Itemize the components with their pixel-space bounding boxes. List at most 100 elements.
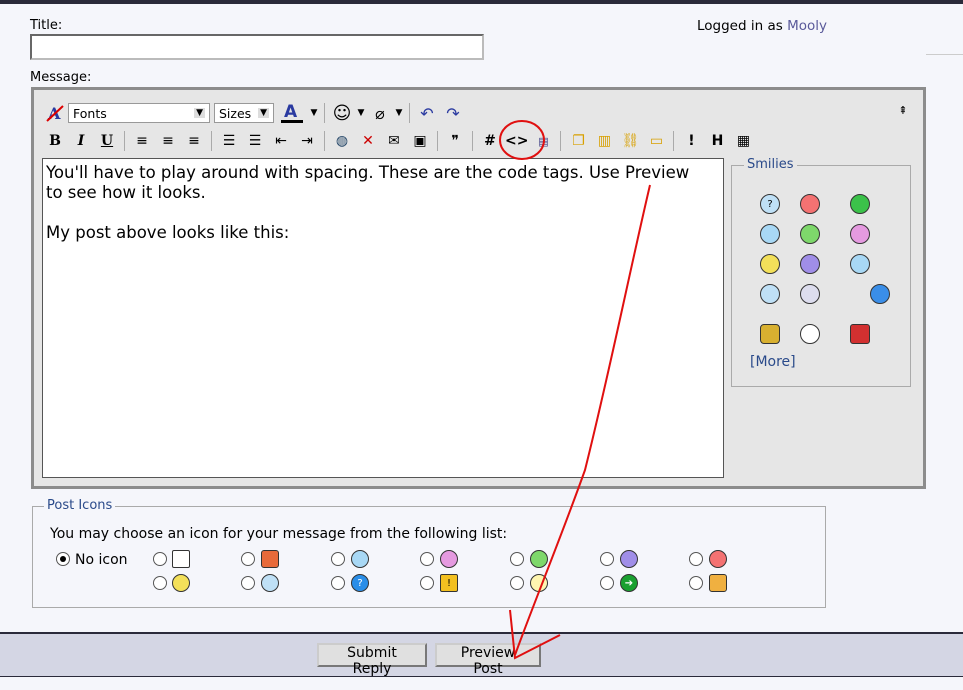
post-icons-instruction: You may choose an icon for your message … [50,526,508,542]
tongue-smiley-icon [440,550,458,568]
separator [409,103,410,123]
separator [124,131,125,151]
cool-smiley-icon[interactable] [760,284,780,304]
eek-smiley-icon[interactable] [800,284,820,304]
sick-smiley-icon[interactable] [850,194,870,214]
post-icon-radio[interactable] [241,576,255,590]
preview-post-button[interactable]: Preview Post [435,643,541,677]
question-icon: ? [351,574,369,592]
post-icon-radio[interactable] [600,552,614,566]
post-icons-legend: Post Icons [44,498,116,513]
box-icon[interactable]: ▭ [645,130,667,152]
arrow-right-icon: ➔ [620,574,638,592]
italic-button[interactable]: I [70,130,92,152]
quote-icon[interactable]: ❞ [444,130,466,152]
halfmoon-smiley-icon[interactable] [800,324,820,344]
chevron-down-icon[interactable]: ▼ [395,102,403,124]
align-right-icon[interactable]: ≡ [183,130,205,152]
superman-smiley-icon[interactable] [850,324,870,344]
exclamation-icon[interactable]: ! [680,130,702,152]
post-icon-radio[interactable] [331,552,345,566]
smilies-legend: Smilies [744,157,797,172]
remove-format-icon[interactable]: A [44,102,66,124]
h-icon[interactable]: H [706,130,728,152]
document-icon [172,550,190,568]
resize-toggle-icon[interactable]: ⇞ [892,100,914,122]
title-label: Title: [30,18,63,33]
thumbs-down-icon [261,550,279,568]
message-textarea[interactable]: You'll have to play around with spacing.… [42,158,724,478]
editor-panel: A Fonts ▼ Sizes ▼ A ▼ ☺ ▼ ⌀ ▼ ↶ ↷ ⇞ B I U … [31,87,926,489]
post-icon-radio[interactable] [331,576,345,590]
post-icon-radio[interactable] [153,552,167,566]
align-left-icon[interactable]: ≡ [131,130,153,152]
grin-smiley-icon [530,550,548,568]
frown-smiley-icon[interactable] [800,254,820,274]
copy-icon[interactable]: ❐ [567,130,589,152]
code-button[interactable]: # [479,130,501,152]
attachment-icon[interactable]: ⌀ [369,102,391,124]
link-icon[interactable]: ◍ [331,130,353,152]
title-input[interactable] [30,34,484,60]
size-select-label: Sizes [219,105,252,121]
php-icon[interactable]: ▤ [532,130,554,152]
separator [324,103,325,123]
chain-icon[interactable]: ⛓ [619,130,641,152]
more-smilies-link[interactable]: [More] [750,354,796,370]
font-select[interactable]: Fonts ▼ [68,103,210,123]
bold-button[interactable]: B [44,130,66,152]
size-select[interactable]: Sizes ▼ [214,103,274,123]
post-icon-radio[interactable] [420,552,434,566]
outdent-icon[interactable]: ⇤ [270,130,292,152]
rolleyes-smiley-icon[interactable] [850,254,870,274]
ordered-list-icon[interactable]: ☰ [218,130,240,152]
divider [926,54,963,55]
lightbulb-icon [530,574,548,592]
post-icon-radio[interactable] [241,552,255,566]
redo-icon[interactable]: ↷ [442,102,464,124]
post-icon-radio[interactable] [510,552,524,566]
indent-icon[interactable]: ⇥ [296,130,318,152]
username-link[interactable]: Mooly [787,18,827,34]
post-icon-radio[interactable] [600,576,614,590]
smiley-icon[interactable]: ☺ [331,102,353,124]
post-icon-radio[interactable] [510,576,524,590]
html-button[interactable]: <> [505,130,528,152]
unlink-icon[interactable]: ✕ [357,130,379,152]
email-icon[interactable]: ✉ [383,130,405,152]
confused-smiley-icon[interactable]: ? [760,194,780,214]
warning-icon: ! [440,574,458,592]
genie-smiley-icon[interactable] [760,324,780,344]
separator [324,131,325,151]
book-icon[interactable]: ▥ [593,130,615,152]
separator [560,131,562,151]
smile-smiley-icon[interactable] [760,254,780,274]
svg-text:A: A [284,102,298,122]
separator [472,131,473,151]
thinking-smiley-icon[interactable] [870,284,890,304]
chevron-down-icon[interactable]: ▼ [310,102,318,124]
submit-reply-button[interactable]: Submit Reply [317,643,427,677]
post-icon-radio[interactable] [689,552,703,566]
post-icon-radio[interactable] [420,576,434,590]
undo-icon[interactable]: ↶ [416,102,438,124]
chevron-down-icon: ▼ [258,108,269,118]
unordered-list-icon[interactable]: ☰ [244,130,266,152]
font-color-button[interactable]: A [280,102,306,124]
separator [211,131,212,151]
tongue-smiley-icon[interactable] [850,224,870,244]
table-icon[interactable]: ▦ [732,130,754,152]
underline-button[interactable]: U [96,130,118,152]
post-icon-radio[interactable] [689,576,703,590]
no-icon-radio[interactable] [56,552,70,566]
chevron-down-icon: ▼ [194,108,205,118]
grin-smiley-icon[interactable] [800,224,820,244]
chevron-down-icon[interactable]: ▼ [357,102,365,124]
post-icon-radio[interactable] [153,576,167,590]
smilies-panel: Smilies ? [More] [731,157,911,387]
image-icon[interactable]: ▣ [409,130,431,152]
angry-smiley-icon[interactable] [800,194,820,214]
happy-smiley-icon[interactable] [760,224,780,244]
no-icon-label: No icon [75,552,128,568]
align-center-icon[interactable]: ≡ [157,130,179,152]
